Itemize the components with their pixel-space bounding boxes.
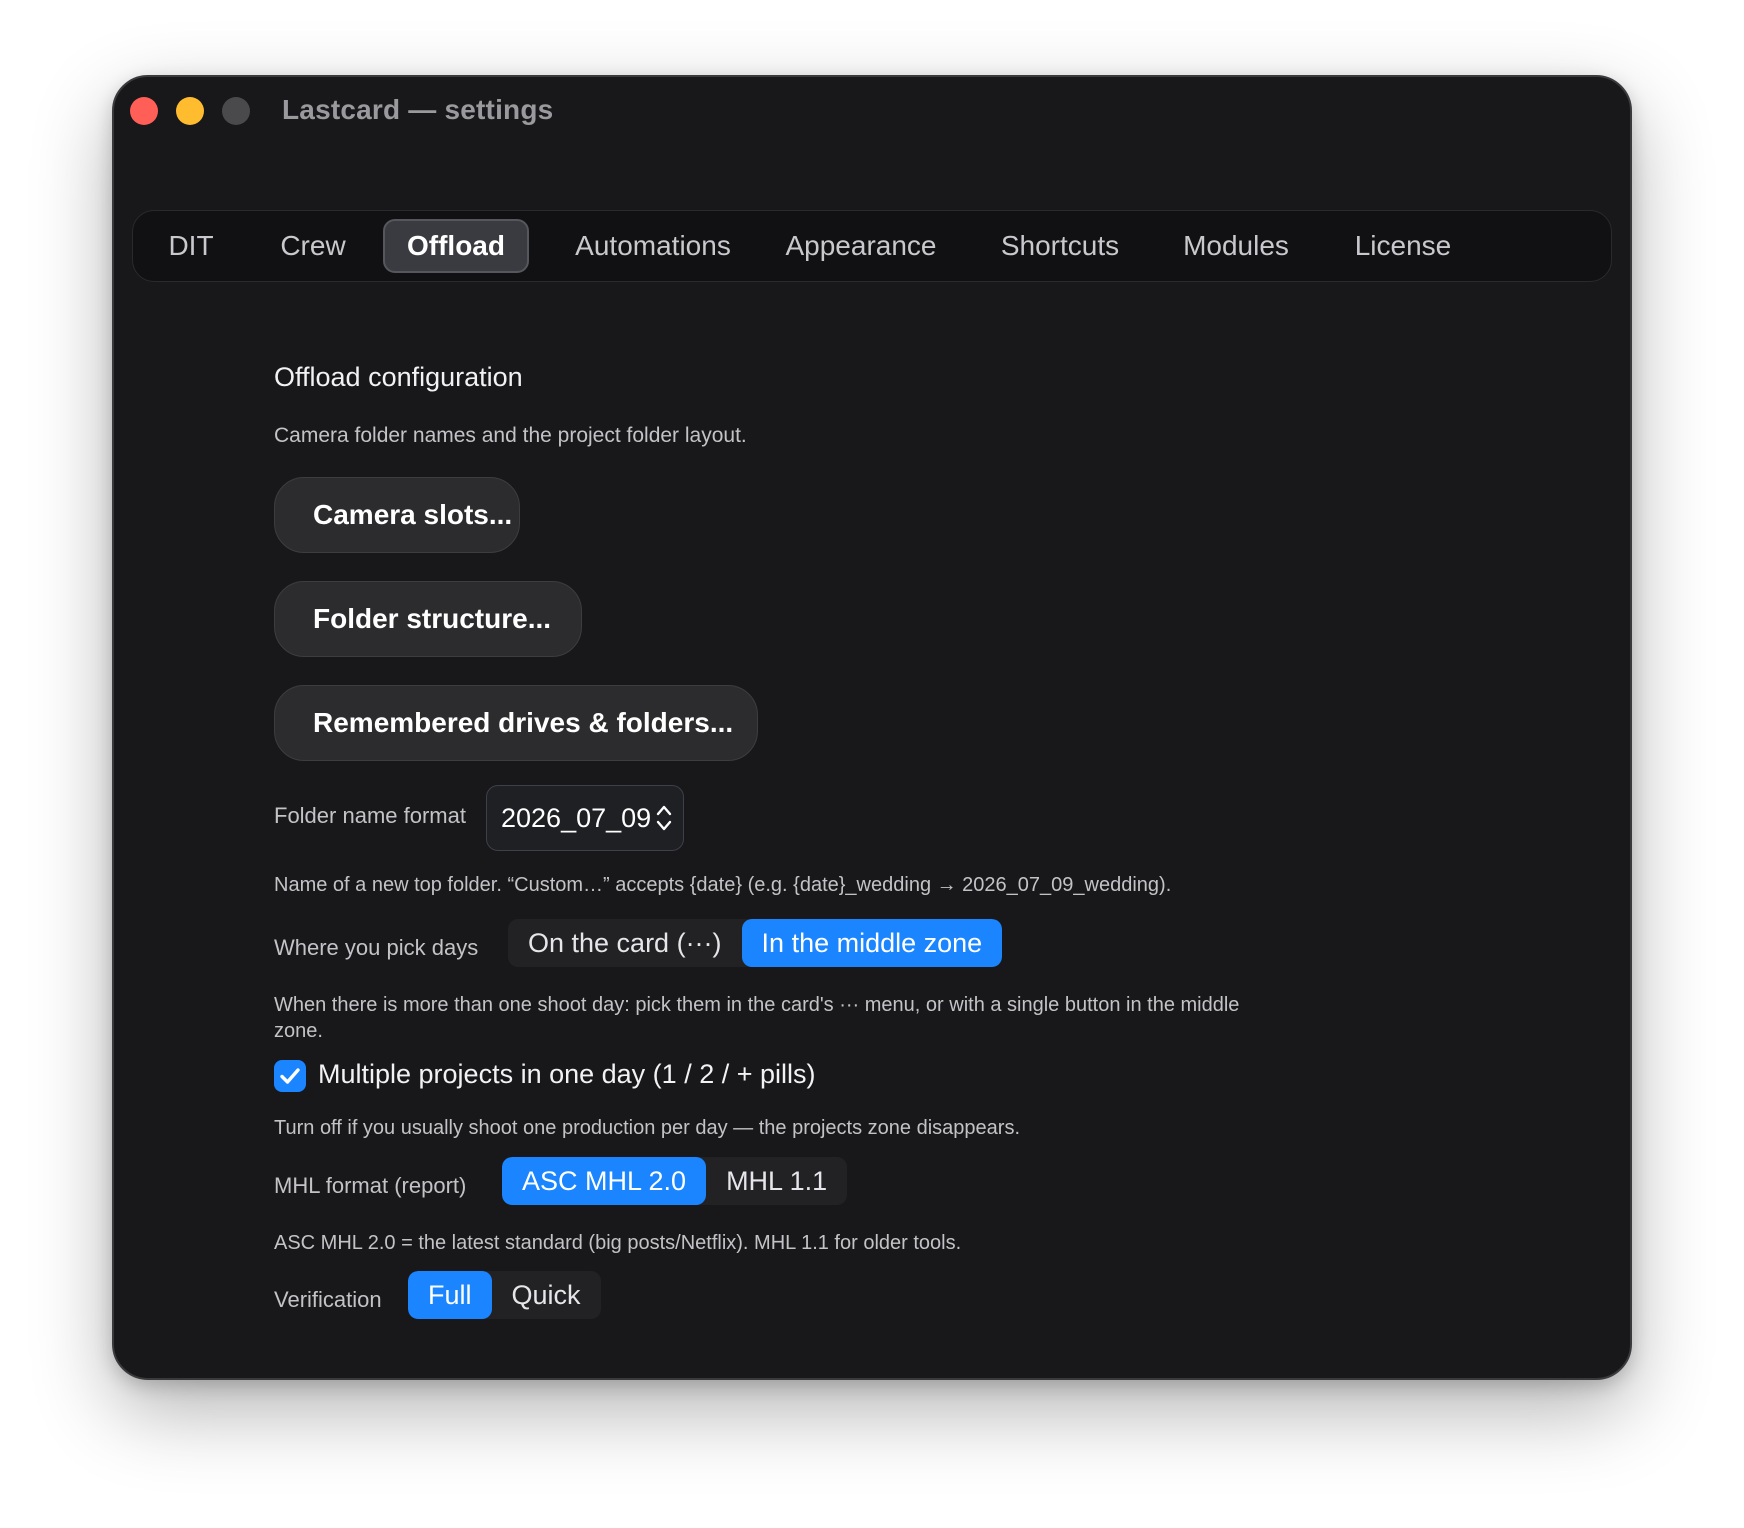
folder-structure-button[interactable]: Folder structure... <box>274 581 582 657</box>
pick-days-option-on-card[interactable]: On the card (···) <box>508 919 742 967</box>
mhl-format-segmented-control: ASC MHL 2.0 MHL 1.1 <box>502 1157 848 1205</box>
multiple-projects-label[interactable]: Multiple projects in one day (1 / 2 / + … <box>318 1059 815 1090</box>
folder-name-format-value: 2026_07_09 <box>501 803 652 833</box>
pick-days-segmented-control: On the card (···) In the middle zone <box>508 919 1003 967</box>
checkmark-icon <box>280 1068 300 1084</box>
camera-slots-button[interactable]: Camera slots... <box>274 477 520 553</box>
settings-window: Lastcard — settings DIT Crew Offload Aut… <box>112 75 1632 1380</box>
chevron-up-down-icon <box>656 805 672 831</box>
verification-segmented-control: Full Quick <box>408 1271 601 1319</box>
mhl-format-option-asc-mhl-2[interactable]: ASC MHL 2.0 <box>502 1157 707 1205</box>
tab-dit[interactable]: DIT <box>155 219 227 273</box>
mhl-format-label: MHL format (report) <box>274 1173 467 1198</box>
pick-days-help-line-2: zone. <box>274 1020 323 1042</box>
multiple-projects-checkbox[interactable] <box>274 1060 306 1092</box>
mhl-format-option-mhl-1-1[interactable]: MHL 1.1 <box>706 1157 847 1205</box>
folder-name-format-select[interactable]: 2026_07_09 <box>486 785 684 851</box>
verification-label: Verification <box>274 1287 382 1312</box>
offload-settings-panel: Offload configuration Camera folder name… <box>274 77 1630 1378</box>
verification-option-quick[interactable]: Quick <box>492 1271 601 1319</box>
close-window-button[interactable] <box>130 97 158 125</box>
folder-name-format-help: Name of a new top folder. “Custom…” acce… <box>274 874 1172 896</box>
pick-days-label: Where you pick days <box>274 935 479 960</box>
section-title: Offload configuration <box>274 362 523 392</box>
zoom-window-button[interactable] <box>222 97 250 125</box>
pick-days-option-middle-zone[interactable]: In the middle zone <box>741 919 1003 967</box>
stage: Lastcard — settings DIT Crew Offload Aut… <box>0 0 1744 1528</box>
folder-name-format-label: Folder name format <box>274 803 466 828</box>
mhl-format-help: ASC MHL 2.0 = the latest standard (big p… <box>274 1232 962 1254</box>
minimize-window-button[interactable] <box>176 97 204 125</box>
remembered-drives-folders-button[interactable]: Remembered drives & folders... <box>274 685 758 761</box>
pick-days-help-line-1: When there is more than one shoot day: p… <box>274 994 1240 1016</box>
multiple-projects-help: Turn off if you usually shoot one produc… <box>274 1117 1020 1139</box>
verification-option-full[interactable]: Full <box>408 1271 492 1319</box>
section-description: Camera folder names and the project fold… <box>274 424 747 447</box>
